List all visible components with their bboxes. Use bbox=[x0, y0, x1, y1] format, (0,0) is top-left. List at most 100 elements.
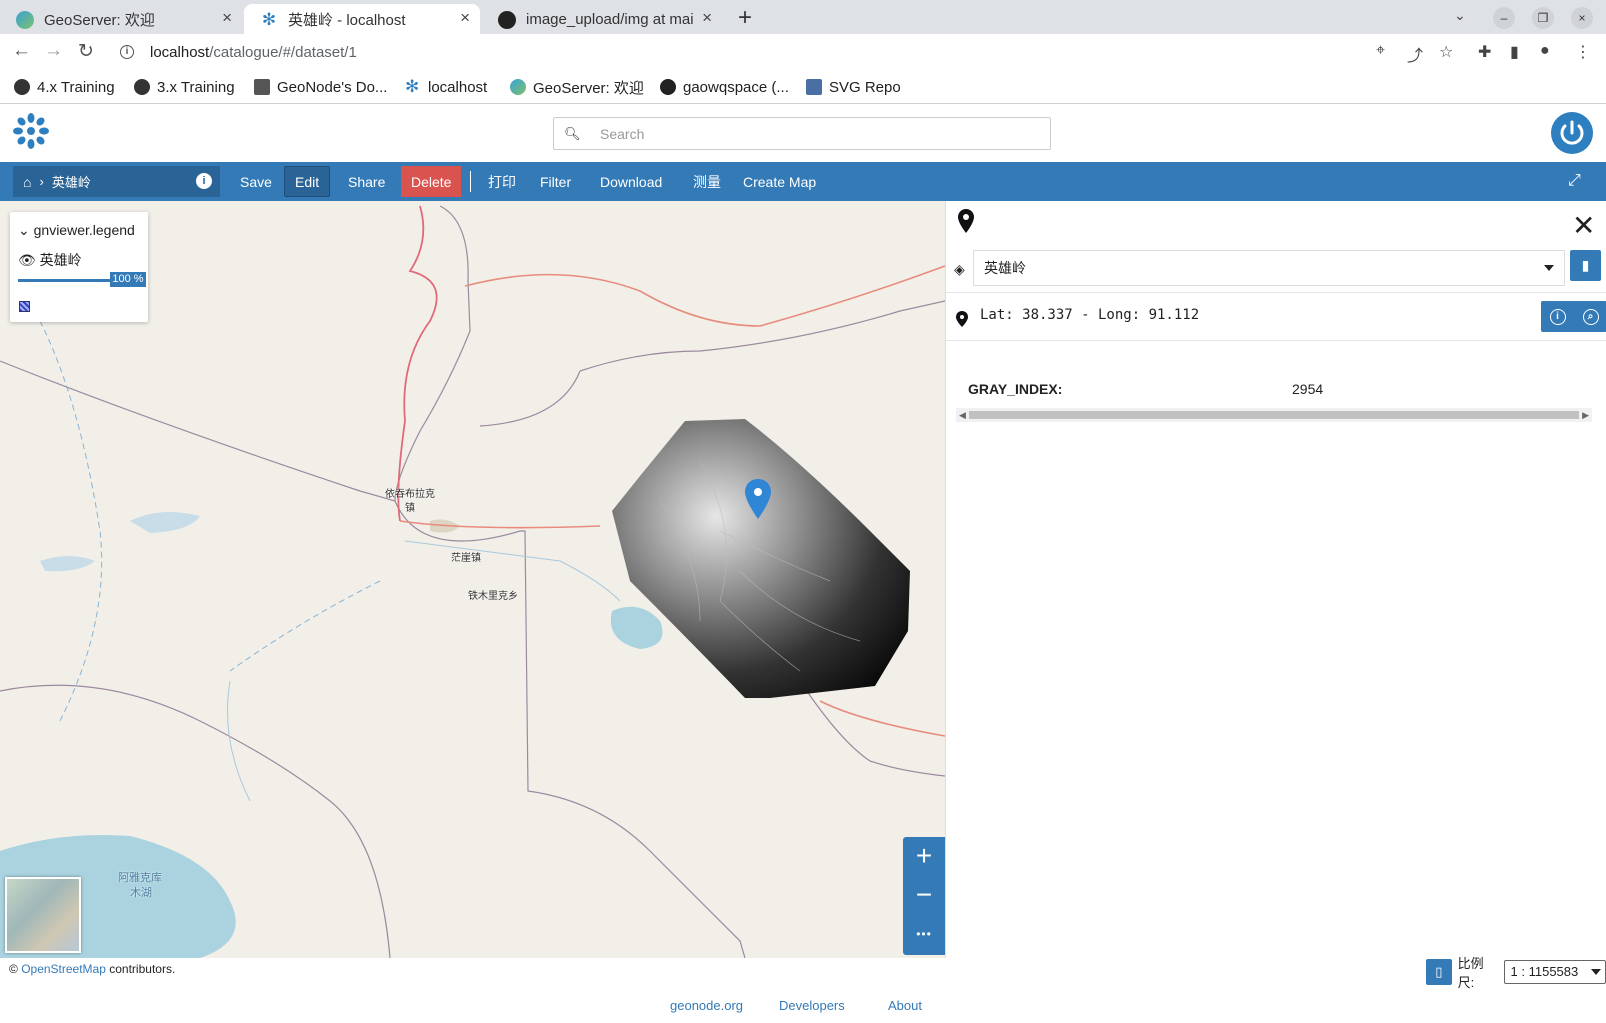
login-power-icon[interactable] bbox=[1551, 112, 1593, 154]
info-icon[interactable]: i bbox=[1549, 308, 1566, 325]
browser-tab-geoserver[interactable]: GeoServer: 欢迎 × bbox=[0, 4, 242, 34]
extensions-puzzle-icon[interactable]: ✚ bbox=[1478, 42, 1491, 62]
url-host: localhost bbox=[150, 43, 210, 61]
horizontal-scrollbar[interactable]: ◀ ▶ bbox=[956, 408, 1592, 422]
layer-select-value: 英雄岭 bbox=[984, 260, 1026, 276]
footer-link-developers[interactable]: Developers bbox=[779, 998, 845, 1013]
scroll-left-arrow-icon[interactable]: ◀ bbox=[959, 410, 966, 421]
geonode-icon: ✻ bbox=[405, 77, 420, 96]
create-map-button[interactable]: Create Map bbox=[733, 166, 826, 197]
bookmark-geoserver[interactable]: GeoServer: 欢迎 bbox=[510, 76, 644, 98]
footer-link-about[interactable]: About bbox=[888, 998, 922, 1013]
zoom-out-button[interactable]: − bbox=[903, 876, 945, 915]
place-label: 镇 bbox=[405, 503, 415, 514]
map-marker-pin-icon[interactable] bbox=[745, 479, 771, 519]
bookmark-3x-training[interactable]: 3.x Training bbox=[134, 76, 235, 98]
edit-button[interactable]: Edit bbox=[284, 166, 331, 197]
more-options-button[interactable]: ••• bbox=[903, 915, 945, 954]
bookmark-label: 4.x Training bbox=[37, 78, 115, 96]
bookmark-label: GeoServer: 欢迎 bbox=[533, 79, 644, 97]
back-arrow-icon[interactable]: ← bbox=[12, 40, 31, 62]
site-info-icon[interactable]: i bbox=[120, 45, 134, 59]
close-tab-icon[interactable]: × bbox=[702, 8, 712, 28]
place-label: 木湖 bbox=[130, 887, 152, 899]
openstreetmap-link[interactable]: OpenStreetMap bbox=[21, 962, 106, 976]
legend-header[interactable]: ⌄ gnviewer.legend bbox=[18, 222, 135, 239]
profile-avatar-icon[interactable]: ● bbox=[1540, 42, 1550, 60]
search-input[interactable]: 🔍︎ Search bbox=[553, 117, 1051, 150]
zoom-in-button[interactable]: + bbox=[903, 837, 945, 876]
browser-tab-dataset[interactable]: ✻ 英雄岭 - localhost × bbox=[244, 4, 480, 34]
scale-value: 1 : 1155583 bbox=[1510, 964, 1579, 979]
bookmark-svg-repo[interactable]: SVG Repo bbox=[806, 76, 901, 98]
mouse-position-icon[interactable]: ▯ bbox=[1426, 959, 1452, 985]
github-icon bbox=[660, 79, 676, 95]
zoom-controls: + − ••• bbox=[903, 837, 945, 955]
identify-panel: ✕ ◈ 英雄岭 ▮ Lat: 38.337 - Long: 91.112 i ⌕… bbox=[945, 201, 1606, 958]
scroll-right-arrow-icon[interactable]: ▶ bbox=[1582, 410, 1589, 421]
chart-icon[interactable]: ▮ bbox=[1570, 250, 1601, 281]
close-panel-icon[interactable]: ✕ bbox=[1572, 209, 1595, 242]
bookmark-gaowqspace[interactable]: gaowqspace (... bbox=[660, 76, 789, 98]
eye-visibility-icon[interactable]: 👁︎ bbox=[18, 252, 36, 268]
search-icon: 🔍︎ bbox=[564, 125, 581, 141]
share-button[interactable]: Share bbox=[338, 166, 395, 197]
reload-icon[interactable]: ↻ bbox=[78, 40, 94, 63]
home-icon[interactable]: ⌂ bbox=[23, 174, 31, 190]
save-button[interactable]: Save bbox=[230, 166, 282, 197]
bookmark-4x-training[interactable]: 4.x Training bbox=[14, 76, 115, 98]
bookmark-label: SVG Repo bbox=[829, 78, 901, 96]
footer-link-geonode[interactable]: geonode.org bbox=[670, 998, 743, 1013]
wetland-1 bbox=[130, 512, 200, 533]
place-label: 依吞布拉克 bbox=[385, 489, 435, 500]
info-icon[interactable]: i bbox=[196, 173, 212, 189]
tab-search-chevron-icon[interactable]: ⌄ bbox=[1454, 7, 1466, 24]
coordinate-editor-icon[interactable]: ⌕ bbox=[1582, 308, 1599, 325]
legend-layer-row: 👁︎ 英雄岭 bbox=[18, 250, 82, 270]
scrollbar-thumb[interactable] bbox=[969, 411, 1579, 419]
location-icon[interactable]: ⌖ bbox=[1376, 42, 1385, 60]
attribution-prefix: © bbox=[9, 962, 18, 976]
bookmark-localhost[interactable]: ✻ localhost bbox=[405, 76, 487, 98]
download-button[interactable]: Download bbox=[590, 166, 672, 197]
minimize-window-icon[interactable]: – bbox=[1493, 7, 1515, 29]
background-selector-thumbnail[interactable] bbox=[5, 877, 81, 953]
location-pin-icon bbox=[956, 311, 968, 327]
fullscreen-expand-icon[interactable]: ⤢ bbox=[1568, 172, 1581, 190]
globe-icon bbox=[134, 79, 150, 95]
browser-tab-bar: GeoServer: 欢迎 × ✻ 英雄岭 - localhost × imag… bbox=[0, 0, 1606, 34]
tab-title: image_upload/img at mai bbox=[526, 10, 694, 28]
close-tab-icon[interactable]: × bbox=[222, 8, 232, 28]
opacity-slider[interactable] bbox=[18, 279, 110, 282]
bookmark-star-icon[interactable]: ☆ bbox=[1439, 42, 1453, 62]
restore-window-icon[interactable]: ❐ bbox=[1532, 7, 1554, 29]
filter-button[interactable]: Filter bbox=[530, 166, 581, 197]
browser-tab-github[interactable]: image_upload/img at mai × bbox=[482, 4, 722, 34]
url-path: /catalogue/#/dataset/1 bbox=[209, 43, 357, 61]
bookmark-geonode-docs[interactable]: GeoNode's Do... bbox=[254, 76, 387, 98]
new-tab-button[interactable]: + bbox=[738, 4, 752, 32]
close-tab-icon[interactable]: × bbox=[460, 8, 470, 28]
bookmark-label: 3.x Training bbox=[157, 78, 235, 96]
layer-select-dropdown[interactable]: 英雄岭 bbox=[973, 250, 1565, 286]
measure-button[interactable]: 测量 bbox=[683, 166, 731, 197]
place-label: 铁木里克乡 bbox=[468, 591, 518, 602]
attribution-suffix: contributors. bbox=[109, 962, 176, 976]
map-viewport[interactable]: 依吞布拉克 镇 茫崖镇 铁木里克乡 阿雅克库 木湖 ⌄ gnviewer.leg… bbox=[0, 201, 945, 958]
close-window-icon[interactable]: × bbox=[1571, 7, 1593, 29]
geonode-favicon-icon: ✻ bbox=[260, 10, 278, 29]
caret-down-icon bbox=[1544, 265, 1554, 271]
geonode-header: 🔍︎ Search bbox=[0, 104, 1606, 162]
side-panel-icon[interactable]: ▮ bbox=[1510, 42, 1519, 62]
bookmark-label: gaowqspace (... bbox=[683, 78, 789, 96]
url-field[interactable]: i localhost/catalogue/#/dataset/1 bbox=[110, 37, 1380, 67]
print-button[interactable]: 打印 bbox=[478, 166, 526, 197]
github-favicon-icon bbox=[498, 11, 516, 29]
lake-small bbox=[610, 606, 663, 649]
browser-menu-icon[interactable]: ⋮ bbox=[1575, 42, 1591, 62]
scale-select[interactable]: 1 : 1155583 bbox=[1503, 960, 1606, 984]
share-icon[interactable]: ⤴ bbox=[1407, 42, 1423, 66]
geonode-logo-icon[interactable] bbox=[12, 112, 50, 150]
delete-button[interactable]: Delete bbox=[401, 166, 462, 197]
forward-arrow-icon[interactable]: → bbox=[44, 40, 63, 62]
